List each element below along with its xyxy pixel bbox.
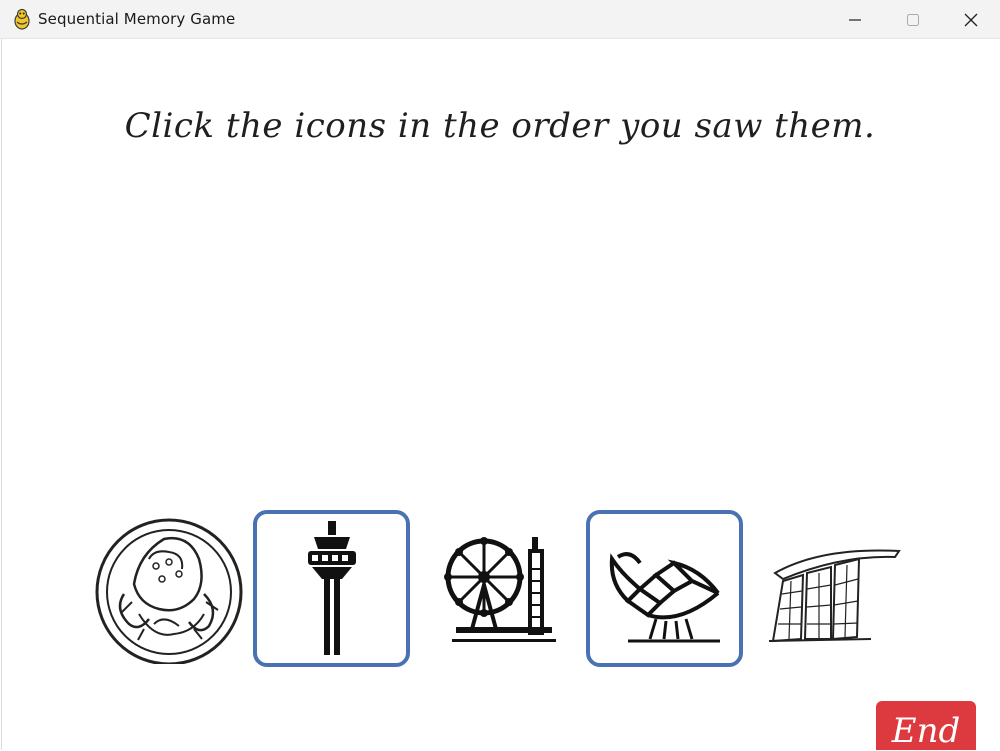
minimize-icon	[849, 18, 861, 21]
tile-marina-bay-sands[interactable]	[752, 510, 909, 667]
window-title: Sequential Memory Game	[38, 10, 236, 28]
maximize-icon	[907, 13, 919, 26]
end-button[interactable]: End	[876, 701, 976, 751]
tile-ferris-wheel[interactable]	[418, 510, 575, 667]
maximize-button[interactable]	[884, 0, 942, 39]
close-button[interactable]	[942, 0, 1000, 39]
pygame-snake-icon	[11, 8, 33, 30]
tile-lotus-museum[interactable]	[586, 510, 743, 667]
marina-bay-sands-icon	[768, 549, 901, 642]
tile-control-tower[interactable]	[253, 510, 410, 667]
title-bar: Sequential Memory Game	[0, 0, 1000, 39]
minimize-button[interactable]	[826, 0, 884, 39]
instruction-text: Click the icons in the order you saw the…	[124, 106, 876, 146]
lotus-museum-icon	[609, 551, 720, 642]
control-tower-icon	[307, 520, 356, 655]
close-icon	[964, 13, 978, 26]
tile-chilli-crab[interactable]	[90, 510, 247, 667]
chilli-crab-plate-icon	[95, 518, 242, 664]
ferris-wheel-icon	[443, 536, 556, 642]
